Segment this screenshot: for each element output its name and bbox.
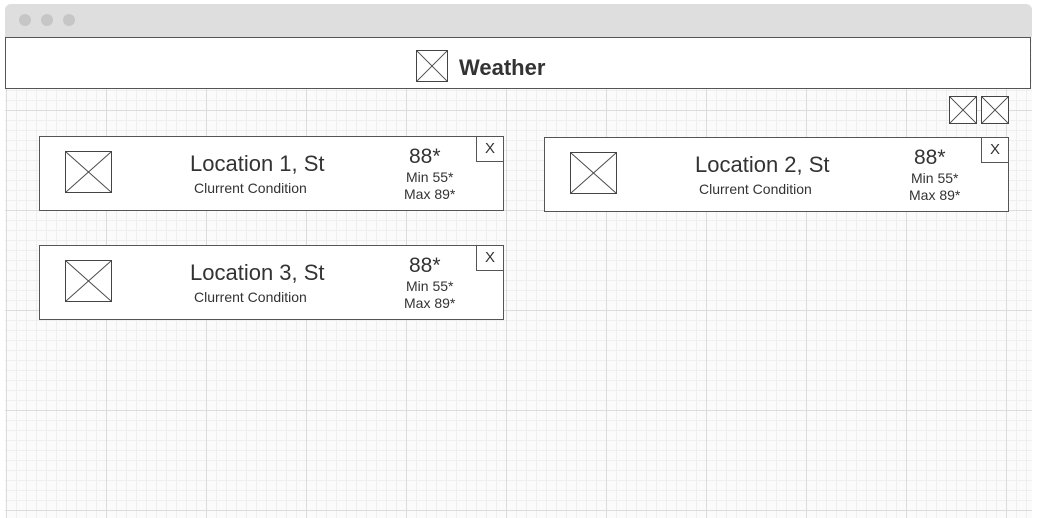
current-condition: Clurrent Condition [194, 180, 307, 196]
window-titlebar [5, 4, 1032, 37]
window-maximize-dot[interactable] [63, 14, 75, 26]
max-temperature: Max 89* [404, 295, 456, 311]
location-card[interactable]: Location 1, St Clurrent Condition 88* Mi… [39, 136, 504, 211]
current-condition: Clurrent Condition [699, 181, 812, 197]
window-close-dot[interactable] [19, 14, 31, 26]
current-temperature: 88* [409, 145, 441, 168]
weather-condition-icon [65, 260, 112, 302]
location-name: Location 2, St [695, 152, 830, 177]
max-temperature: Max 89* [404, 186, 456, 202]
location-name: Location 3, St [190, 260, 325, 285]
window-minimize-dot[interactable] [41, 14, 53, 26]
min-temperature: Min 55* [406, 169, 454, 185]
location-name: Location 1, St [190, 151, 325, 176]
location-card[interactable]: Location 2, St Clurrent Condition 88* Mi… [544, 137, 1009, 212]
weather-logo-icon [416, 50, 448, 82]
browser-window: Weather Location 1, St Clurrent Conditio… [5, 4, 1032, 518]
toolbar-image-icon-2[interactable] [981, 96, 1009, 124]
app-header: Weather [5, 37, 1031, 89]
current-temperature: 88* [914, 146, 946, 169]
weather-condition-icon [570, 152, 617, 194]
current-temperature: 88* [409, 254, 441, 277]
location-card[interactable]: Location 3, St Clurrent Condition 88* Mi… [39, 245, 504, 320]
toolbar-image-icon-1[interactable] [949, 96, 977, 124]
min-temperature: Min 55* [911, 170, 959, 186]
app-title: Weather [459, 55, 546, 80]
remove-location-button[interactable]: X [476, 136, 504, 162]
remove-location-button[interactable]: X [981, 137, 1009, 163]
remove-location-button[interactable]: X [476, 245, 504, 271]
current-condition: Clurrent Condition [194, 289, 307, 305]
min-temperature: Min 55* [406, 278, 454, 294]
weather-condition-icon [65, 151, 112, 193]
max-temperature: Max 89* [909, 187, 961, 203]
